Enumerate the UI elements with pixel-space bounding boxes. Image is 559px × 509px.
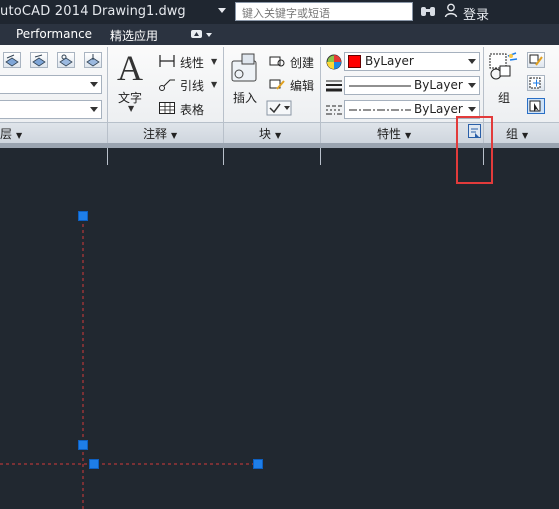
layer-state-dropdown[interactable] xyxy=(0,100,102,119)
grip-point-midpoint[interactable] xyxy=(78,440,88,450)
color-dropdown[interactable]: ByLayer xyxy=(344,52,480,71)
ungroup-icon xyxy=(529,54,543,66)
chevron-down-icon: ▼ xyxy=(16,131,23,140)
line-sample-icon xyxy=(349,85,411,87)
chevron-down-icon: ▼ xyxy=(405,131,412,140)
edit-block-icon[interactable] xyxy=(268,77,286,91)
ribbon-toggle-icon[interactable] xyxy=(190,28,214,41)
group-selection-toggle[interactable] xyxy=(527,98,545,114)
binoculars-icon[interactable] xyxy=(420,4,436,18)
create-block-label[interactable]: 创建 xyxy=(290,54,314,71)
ungroup-button[interactable] xyxy=(527,52,545,68)
search-input[interactable]: 键入关键字或短语 xyxy=(235,2,413,21)
table-icon[interactable] xyxy=(158,101,176,115)
edit-attributes-icon[interactable] xyxy=(266,100,292,116)
linetype-sample-icon xyxy=(349,109,411,111)
document-title: Drawing1.dwg xyxy=(92,4,186,19)
ribbon-tab-row: Performance 精选应用 xyxy=(0,24,559,45)
title-bar: utoCAD 2014 Drawing1.dwg 键入关键字或短语 登录 xyxy=(0,0,559,24)
color-value: ByLayer xyxy=(365,54,414,68)
chevron-down-icon xyxy=(468,59,476,64)
lineweight-dropdown[interactable]: ByLayer xyxy=(344,76,480,95)
group-label[interactable]: 组 xyxy=(498,89,510,106)
chevron-down-icon xyxy=(468,107,476,112)
tab-featured-apps[interactable]: 精选应用 xyxy=(110,27,158,44)
leader-icon[interactable] xyxy=(158,77,176,91)
layer-freeze-icon xyxy=(86,54,100,67)
chevron-down-icon[interactable]: ▼ xyxy=(211,57,217,66)
group-edit-icon xyxy=(529,77,541,89)
edit-block-label[interactable]: 编辑 xyxy=(290,77,314,94)
lineweight-icon xyxy=(326,80,342,92)
layer-tool-1-button[interactable] xyxy=(3,52,21,68)
panel-title-block[interactable]: 块 ▼ xyxy=(259,125,281,142)
insert-block-icon[interactable] xyxy=(228,52,262,86)
match-properties-icon[interactable] xyxy=(325,53,343,71)
app-title: utoCAD 2014 xyxy=(0,4,89,19)
layer-match-icon xyxy=(32,54,46,67)
drawing-geometry xyxy=(0,218,258,509)
highlight-annotation-box xyxy=(456,116,493,184)
insert-label[interactable]: 插入 xyxy=(233,89,257,106)
panel-title-layers[interactable]: 层 ▼ xyxy=(0,125,22,142)
chevron-down-icon: ▼ xyxy=(275,131,282,140)
layer-states-icon xyxy=(5,54,19,67)
linetype-value: ByLayer xyxy=(414,102,463,116)
chevron-down-icon xyxy=(90,107,98,112)
layer-dropdown[interactable] xyxy=(0,75,102,94)
leader-label[interactable]: 引线 xyxy=(180,77,204,94)
layer-tool-2-button[interactable] xyxy=(30,52,48,68)
chevron-down-icon: ▼ xyxy=(171,131,178,140)
grip-point-corner[interactable] xyxy=(89,459,99,469)
grip-point-right[interactable] xyxy=(253,459,263,469)
group-selection-icon xyxy=(529,100,541,112)
panel-title-groups[interactable]: 组 ▼ xyxy=(506,125,528,142)
drawing-canvas[interactable] xyxy=(0,148,559,509)
layer-tool-4-button[interactable] xyxy=(84,52,102,68)
text-large-icon[interactable]: A xyxy=(117,50,143,86)
chevron-down-icon xyxy=(90,82,98,87)
tab-performance[interactable]: Performance xyxy=(16,27,92,41)
group-edit-button[interactable] xyxy=(527,75,545,91)
chevron-down-icon[interactable]: ▼ xyxy=(128,104,134,113)
dimension-linear-icon[interactable] xyxy=(158,54,176,68)
login-link[interactable]: 登录 xyxy=(463,4,489,23)
grip-point-top[interactable] xyxy=(78,211,88,221)
create-block-icon[interactable] xyxy=(268,54,286,68)
table-label[interactable]: 表格 xyxy=(180,101,204,118)
group-icon[interactable] xyxy=(488,52,518,84)
user-icon[interactable] xyxy=(444,3,458,18)
color-swatch xyxy=(348,55,361,68)
linear-dimension-label[interactable]: 线性 xyxy=(180,54,204,71)
layer-tool-3-button[interactable] xyxy=(57,52,75,68)
chevron-down-icon: ▼ xyxy=(522,131,529,140)
lineweight-value: ByLayer xyxy=(414,78,463,92)
dropdown-arrow-icon[interactable] xyxy=(217,5,227,17)
chevron-down-icon xyxy=(468,83,476,88)
panel-title-properties[interactable]: 特性 ▼ xyxy=(377,125,411,142)
layer-isolate-icon xyxy=(59,54,73,67)
linetype-icon xyxy=(326,105,342,115)
panel-title-annotation[interactable]: 注释 ▼ xyxy=(143,125,177,142)
chevron-down-icon[interactable]: ▼ xyxy=(211,80,217,89)
